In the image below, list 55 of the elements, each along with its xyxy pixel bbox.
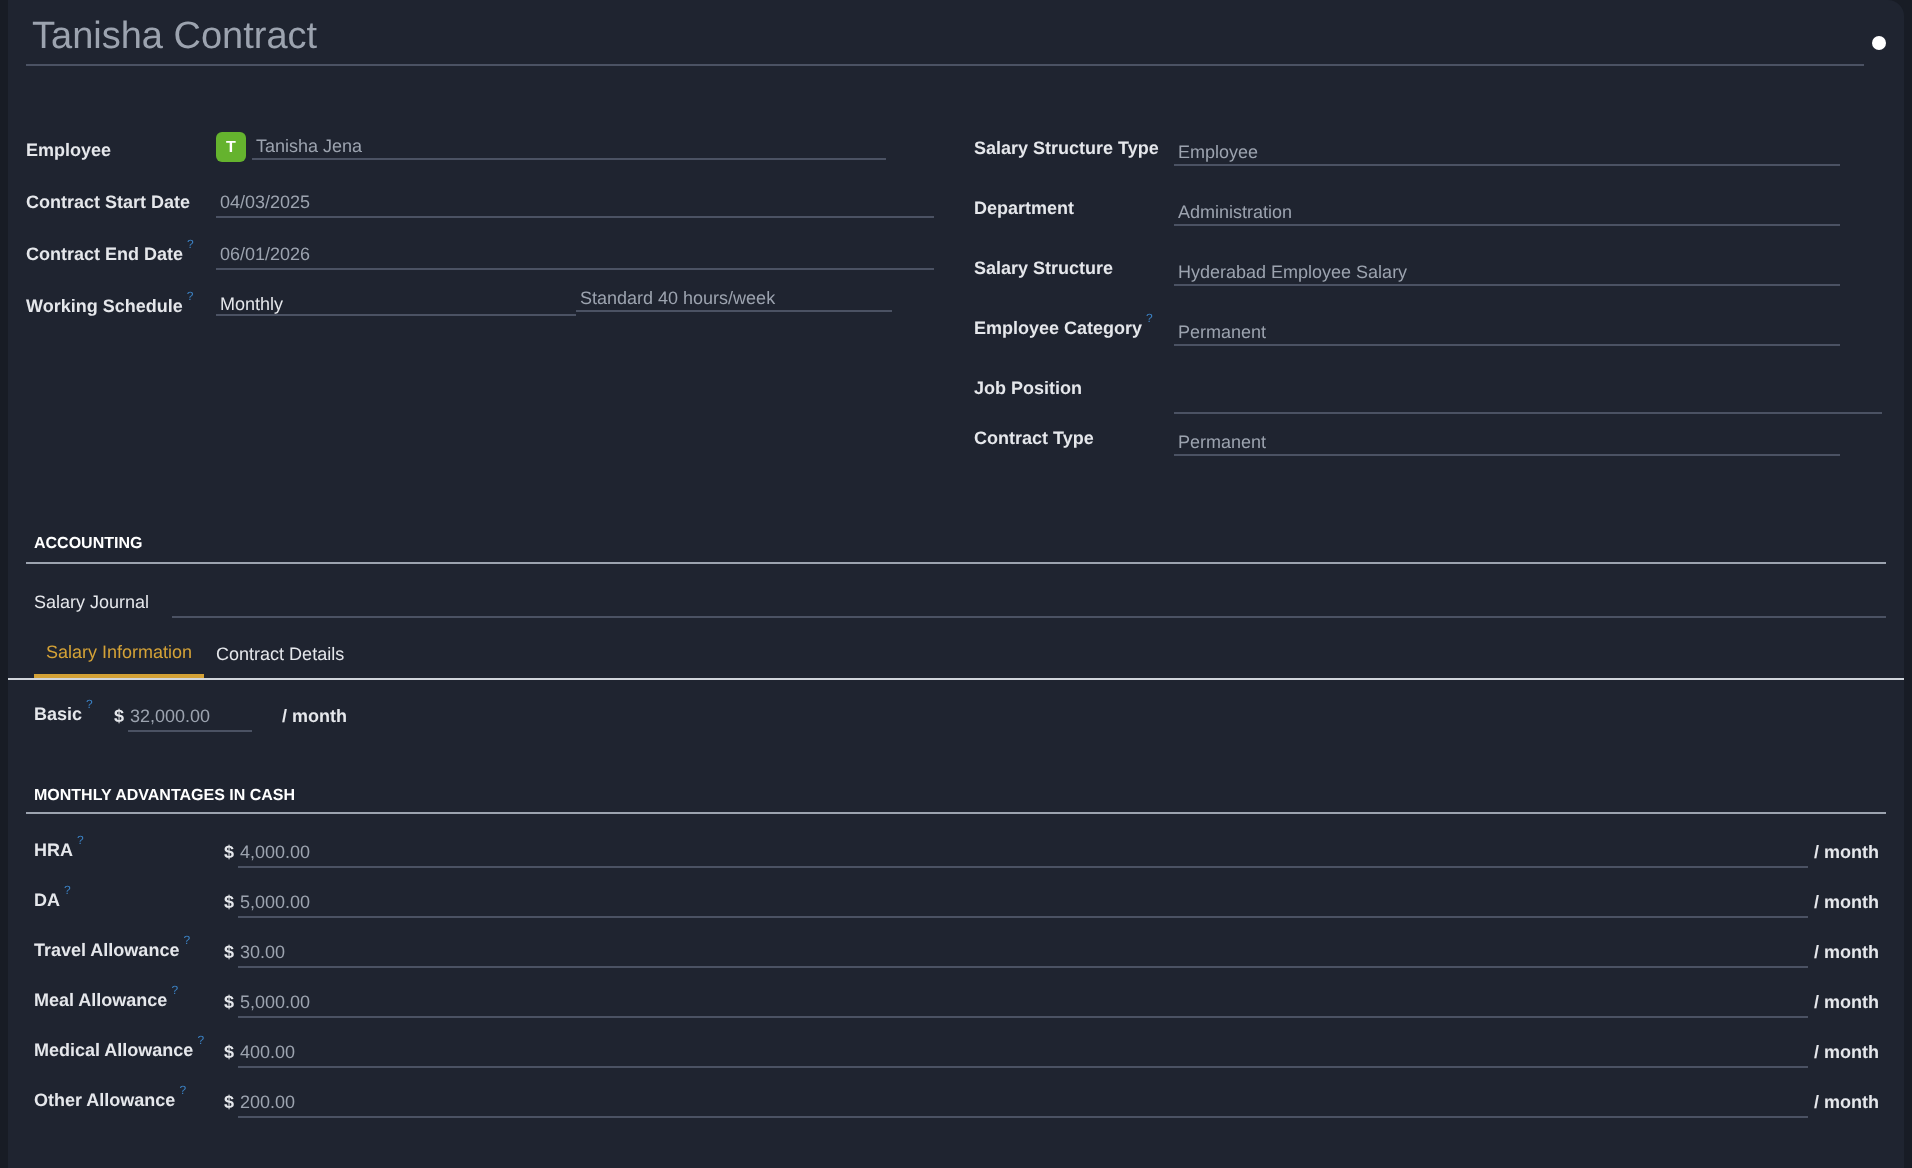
- field-label: Salary Journal: [34, 589, 152, 616]
- field-label: Working Schedule: [26, 294, 183, 320]
- field-label: Other Allowance: [34, 1088, 176, 1114]
- unit-label: / month: [282, 703, 348, 729]
- field-label: Medical Allowance: [34, 1038, 194, 1064]
- date-field[interactable]: 06/01/2026: [216, 238, 934, 270]
- unit-label: / month: [1814, 990, 1880, 1016]
- section-heading: MONTHLY ADVANTAGES IN CASH: [34, 785, 296, 803]
- currency-symbol: $: [224, 940, 235, 966]
- amount-field[interactable]: 4,000.00: [238, 838, 1809, 868]
- unit-label: / month: [1814, 890, 1880, 916]
- text-field[interactable]: Permanent: [1174, 424, 1840, 456]
- field-label: Meal Allowance: [34, 988, 168, 1014]
- amount-field[interactable]: 30.00: [238, 938, 1809, 968]
- date-field[interactable]: 04/03/2025: [216, 186, 934, 218]
- field-label: Job Position: [974, 376, 1082, 402]
- currency-symbol: $: [114, 703, 125, 729]
- name-field[interactable]: Tanisha Jena: [252, 134, 886, 160]
- avatar-badge: T: [216, 132, 246, 162]
- field-label: Salary Structure Type: [974, 136, 1159, 162]
- unit-label: / month: [1814, 840, 1880, 866]
- field-label: Employee Category: [974, 316, 1143, 342]
- currency-symbol: $: [224, 990, 235, 1016]
- field-label: Contract End Date: [26, 242, 184, 268]
- hours-field[interactable]: Standard 40 hours/week: [576, 286, 892, 312]
- field-label: Travel Allowance: [34, 938, 180, 964]
- currency-symbol: $: [224, 890, 235, 916]
- amount-field[interactable]: 32,000.00: [128, 701, 253, 731]
- text-field[interactable]: Administration: [1174, 194, 1840, 226]
- text-field[interactable]: Permanent: [1174, 314, 1840, 346]
- schedule-field[interactable]: Monthly: [216, 286, 576, 316]
- amount-field[interactable]: 5,000.00: [238, 988, 1809, 1018]
- field-label: Contract Type: [974, 426, 1094, 452]
- unit-label: / month: [1814, 1040, 1880, 1066]
- field-label: Employee: [26, 138, 112, 164]
- unit-label: / month: [1814, 1090, 1880, 1116]
- tab[interactable]: Contract Details: [204, 633, 357, 677]
- tab[interactable]: Salary Information: [34, 633, 205, 677]
- text-field[interactable]: Employee: [1174, 134, 1840, 166]
- unit-label: / month: [1814, 940, 1880, 966]
- section-heading: ACCOUNTING: [34, 534, 143, 552]
- amount-field[interactable]: 200.00: [238, 1088, 1809, 1118]
- text-field[interactable]: Hyderabad Employee Salary: [1174, 254, 1840, 286]
- field-label: HRA: [34, 838, 73, 864]
- title-field[interactable]: Tanisha Contract: [26, 16, 1864, 66]
- field-label: Department: [974, 196, 1075, 222]
- field-label: Contract Start Date: [26, 190, 191, 216]
- amount-field[interactable]: 5,000.00: [238, 888, 1809, 918]
- amount-field[interactable]: 400.00: [238, 1038, 1809, 1068]
- field-label: Salary Structure: [974, 256, 1114, 282]
- currency-symbol: $: [224, 1090, 235, 1116]
- field-label: DA: [34, 888, 60, 914]
- field-label: Basic: [34, 701, 83, 727]
- currency-symbol: $: [224, 840, 235, 866]
- currency-symbol: $: [224, 1040, 235, 1066]
